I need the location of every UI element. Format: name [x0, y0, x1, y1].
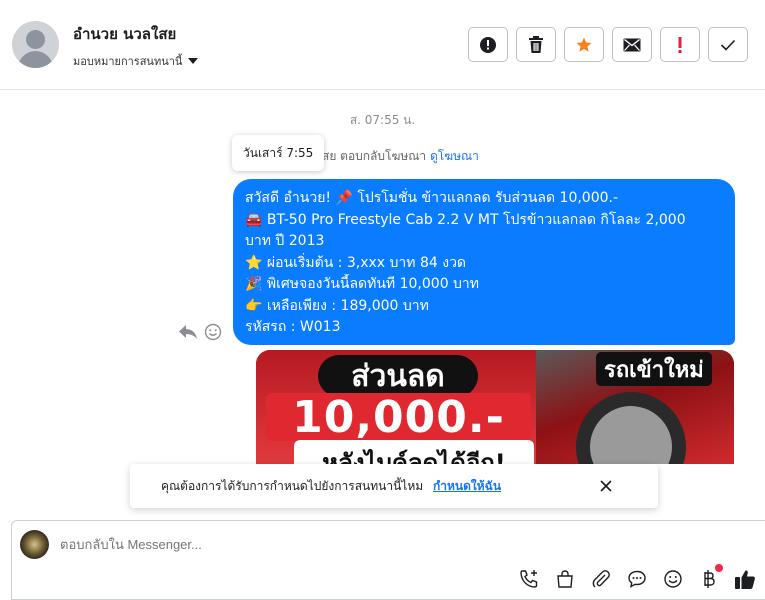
contact-avatar[interactable]: [12, 21, 59, 68]
payment-button[interactable]: [697, 564, 723, 591]
message-line: รหัสรถ : W013: [245, 319, 341, 335]
exclamation-circle-icon: [480, 36, 496, 53]
promo-amount: 10,000.-: [266, 392, 531, 443]
ad-reply-prefix: สย ตอบกลับโฆษณา: [322, 149, 427, 163]
exclamation-icon: [678, 36, 682, 53]
message-line: 🎉 พิเศษจองวันนี้ลดทันที 10,000 บาท: [245, 276, 480, 292]
message-bubble[interactable]: สวัสดี อำนวย! 📌 โปรโมชั่น ข้าวแลกลด รับส…: [233, 179, 735, 345]
trash-icon: [529, 35, 543, 53]
date-stamp: ส. 07:55 น.: [349, 113, 416, 127]
attach-button[interactable]: [589, 567, 613, 591]
contact-name[interactable]: อำนวย นวลใสย: [73, 22, 176, 46]
ad-reply-label: สย ตอบกลับโฆษณา ดูโฆษณา: [322, 147, 479, 166]
react-emoji-icon[interactable]: [204, 323, 222, 341]
caret-down-icon: [188, 58, 199, 64]
message-line: สวัสดี อำนวย! 📌 โปรโมชั่น ข้าวแลกลด รับส…: [245, 190, 619, 206]
shopping-bag-icon: [557, 570, 573, 588]
mark-unread-button[interactable]: [612, 27, 652, 62]
assign-notice-text: คุณต้องการได้รับการกำหนดไปยังการสนทนานี้…: [161, 477, 501, 496]
paperclip-icon: [592, 570, 610, 588]
saved-reply-icon: [628, 570, 646, 588]
promo-bottom-text: หลังไบค์ลดได้อีก!: [294, 440, 534, 464]
call-add-icon: [520, 570, 538, 588]
close-icon[interactable]: [598, 478, 614, 494]
assign-notice: คุณต้องการได้รับการกำหนดไปยังการสนทนานี้…: [130, 464, 658, 508]
star-icon: [576, 37, 592, 52]
page-avatar: [20, 530, 49, 559]
follow-up-button[interactable]: [660, 27, 700, 62]
payment-baht-icon: [704, 570, 715, 588]
reply-icon[interactable]: [178, 323, 198, 341]
message-line: ⭐ ผ่อนเริ่มต้น : 3,xxx บาท 84 งวด: [245, 254, 467, 271]
assign-to-me-link[interactable]: กำหนดให้ฉัน: [433, 479, 501, 493]
message-line: บาท ปี 2013: [245, 233, 325, 249]
message-line: 🚘 BT-50 Pro Freestyle Cab 2.2 V MT โปรข้…: [245, 211, 686, 228]
message-hover-tools: [178, 323, 222, 341]
star-button[interactable]: [564, 27, 604, 62]
promo-new-car-badge: รถเข้าใหม่: [596, 352, 712, 386]
saved-reply-button[interactable]: [625, 567, 649, 591]
message-line: 👉 เหลือเพียง : 189,000 บาท: [245, 297, 429, 314]
avatar-body-shape: [18, 51, 53, 68]
composer: [11, 520, 765, 600]
checkmark-icon: [720, 39, 736, 51]
thumbs-up-icon: [735, 570, 755, 589]
timestamp-tooltip: วันเสาร์ 7:55: [232, 135, 325, 171]
composer-tools: [517, 564, 757, 591]
emoji-button[interactable]: [661, 567, 685, 591]
done-button[interactable]: [708, 27, 748, 62]
delete-button[interactable]: [516, 27, 556, 62]
envelope-icon: [623, 38, 641, 51]
assign-label: มอบหมายการสนทนานี้: [73, 55, 183, 68]
view-ad-link[interactable]: ดูโฆษณา: [430, 149, 479, 163]
avatar-head-shape: [26, 30, 45, 49]
promo-image[interactable]: ส่วนลด 10,000.- หลังไบค์ลดได้อีก! รถเข้า…: [256, 350, 734, 464]
call-button[interactable]: [517, 567, 541, 591]
notification-dot: [715, 564, 723, 572]
assign-notice-message: คุณต้องการได้รับการกำหนดไปยังการสนทนานี้…: [161, 479, 424, 493]
conversation-header: อำนวย นวลใสย มอบหมายการสนทนานี้: [0, 0, 765, 90]
header-actions: [468, 27, 748, 62]
spam-button[interactable]: [468, 27, 508, 62]
shop-button[interactable]: [553, 567, 577, 591]
emoji-icon: [664, 570, 682, 588]
reply-input[interactable]: [60, 537, 460, 552]
assign-dropdown[interactable]: มอบหมายการสนทนานี้: [73, 52, 199, 70]
like-button[interactable]: [733, 567, 757, 591]
